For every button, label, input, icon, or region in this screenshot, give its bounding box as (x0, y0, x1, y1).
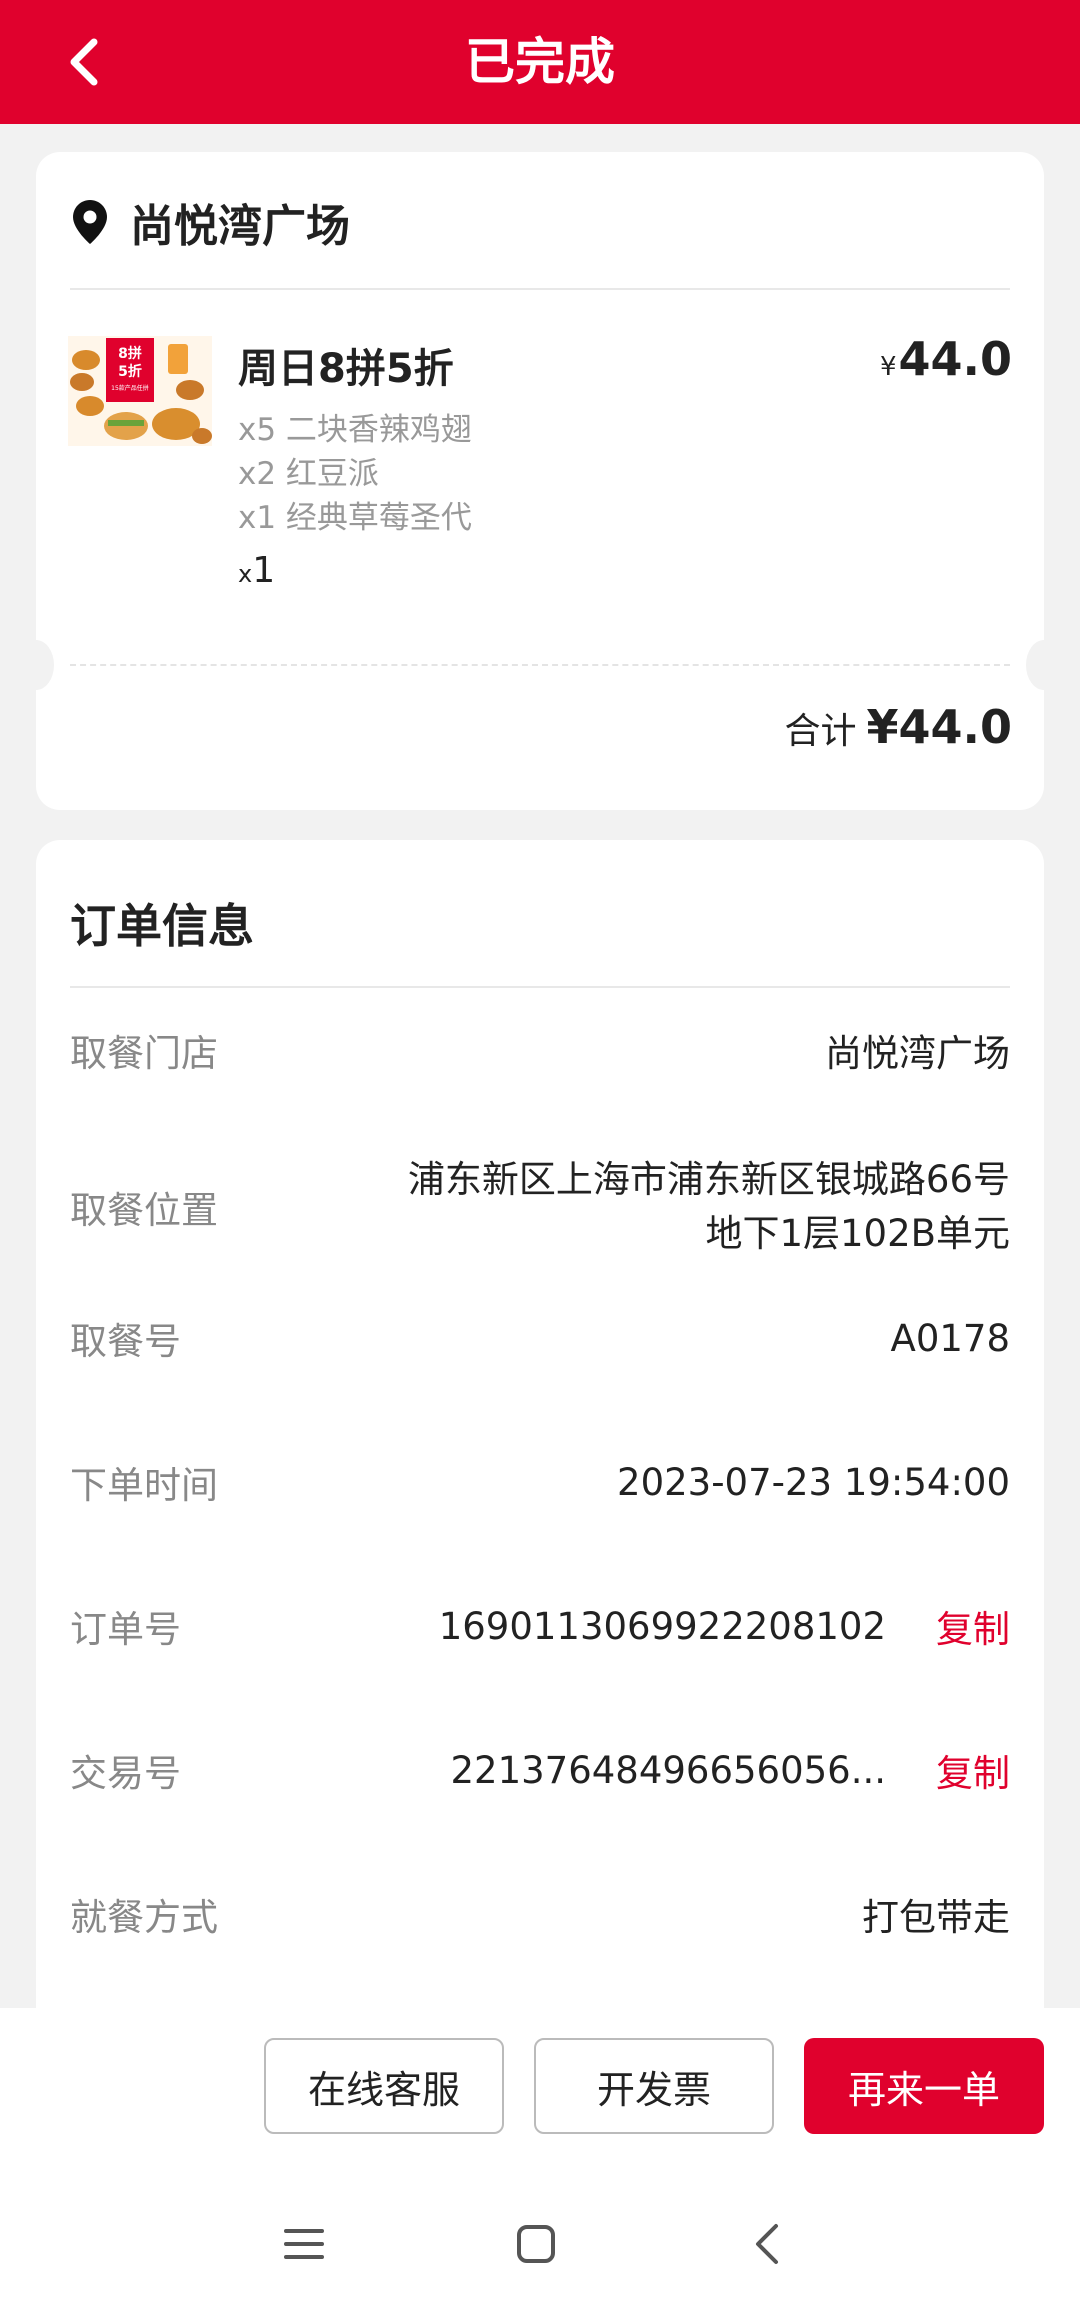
promo-line-3: 15款产品任拼 (111, 384, 149, 392)
divider (70, 288, 1010, 290)
qty-prefix: x (238, 560, 253, 588)
app-header: 已完成 (0, 0, 1080, 124)
promo-line-1: 8拼 (118, 345, 142, 362)
reorder-button[interactable]: 再来一单 (804, 2038, 1044, 2134)
info-row-pickup-location: 取餐位置 浦东新区上海市浦东新区银城路66号地下1层102B单元 (70, 1152, 1010, 1262)
sub-item: x1 经典草莓圣代 (238, 500, 472, 536)
ticket-notch-left (18, 640, 54, 690)
info-row-dining-method: 就餐方式 打包带走 (70, 1884, 1010, 1944)
info-row-order-number: 订单号 1690113069922208102 复制 (70, 1596, 1010, 1656)
copy-order-number-button[interactable]: 复制 (936, 1599, 1010, 1653)
store-name: 尚悦湾广场 (130, 201, 350, 252)
info-label: 取餐门店 (70, 1032, 218, 1075)
home-icon[interactable] (506, 2214, 566, 2274)
info-row-order-time: 下单时间 2023-07-23 19:54:00 (70, 1452, 1010, 1512)
info-value: 打包带走 (862, 1896, 1010, 1939)
info-label: 订单号 (70, 1608, 181, 1651)
customer-service-button[interactable]: 在线客服 (264, 2038, 504, 2134)
info-row-pickup-number: 取餐号 A0178 (70, 1308, 1010, 1368)
ticket-notch-right (1026, 640, 1062, 690)
order-info-title: 订单信息 (70, 899, 254, 953)
qty-value: 1 (252, 550, 276, 591)
order-total: 合计 ¥44.0 (784, 700, 1012, 754)
info-label: 取餐位置 (70, 1189, 218, 1232)
sub-items-list: x5 二块香辣鸡翅 x2 红豆派 x1 经典草莓圣代 (238, 408, 472, 540)
store-header: 尚悦湾广场 (70, 192, 350, 252)
copy-transaction-number-button[interactable]: 复制 (936, 1743, 1010, 1797)
info-label: 就餐方式 (70, 1896, 218, 1939)
total-amount: ¥44.0 (866, 700, 1012, 754)
system-nav-bar (0, 2168, 1080, 2317)
info-row-transaction-number: 交易号 22137648496656056... 复制 (70, 1740, 1010, 1800)
dashed-divider (70, 664, 1010, 666)
info-value: 1690113069922208102 (438, 1604, 886, 1648)
invoice-button[interactable]: 开发票 (534, 2038, 774, 2134)
divider (70, 986, 1010, 988)
price-value: 44.0 (898, 332, 1013, 386)
product-price: ¥44.0 (880, 332, 1012, 386)
sub-item: x2 红豆派 (238, 456, 379, 492)
order-items-card: 尚悦湾广场 8拼 5折 15款产品任拼 周日8拼5折 ¥44.0 x5 二块香辣… (18, 152, 1062, 810)
info-value: 22137648496656056... (450, 1748, 886, 1792)
info-value: A0178 (890, 1316, 1010, 1360)
order-info-card: 订单信息 取餐门店 尚悦湾广场 取餐位置 浦东新区上海市浦东新区银城路66号地下… (36, 840, 1044, 2040)
info-label: 取餐号 (70, 1320, 181, 1363)
page-title: 已完成 (465, 33, 615, 91)
total-label: 合计 (784, 711, 857, 752)
sub-item: x5 二块香辣鸡翅 (238, 412, 472, 448)
location-pin-icon (73, 200, 107, 244)
product-name: 周日8拼5折 (238, 346, 454, 392)
info-value: 浦东新区上海市浦东新区银城路66号地下1层102B单元 (407, 1158, 1010, 1255)
nav-back-icon[interactable] (738, 2214, 798, 2274)
bottom-action-bar: 在线客服 开发票 再来一单 (0, 2008, 1080, 2168)
menu-icon[interactable] (274, 2214, 334, 2274)
product-quantity: x1 (238, 550, 275, 591)
promo-line-2: 5折 (118, 363, 142, 380)
info-value: 尚悦湾广场 (825, 1032, 1010, 1075)
info-row-pickup-store: 取餐门店 尚悦湾广场 (70, 1020, 1010, 1080)
info-value: 2023-07-23 19:54:00 (617, 1460, 1010, 1504)
currency-symbol: ¥ (879, 352, 897, 382)
info-label: 下单时间 (70, 1464, 218, 1507)
product-image: 8拼 5折 15款产品任拼 (68, 336, 212, 446)
info-label: 交易号 (70, 1752, 181, 1795)
